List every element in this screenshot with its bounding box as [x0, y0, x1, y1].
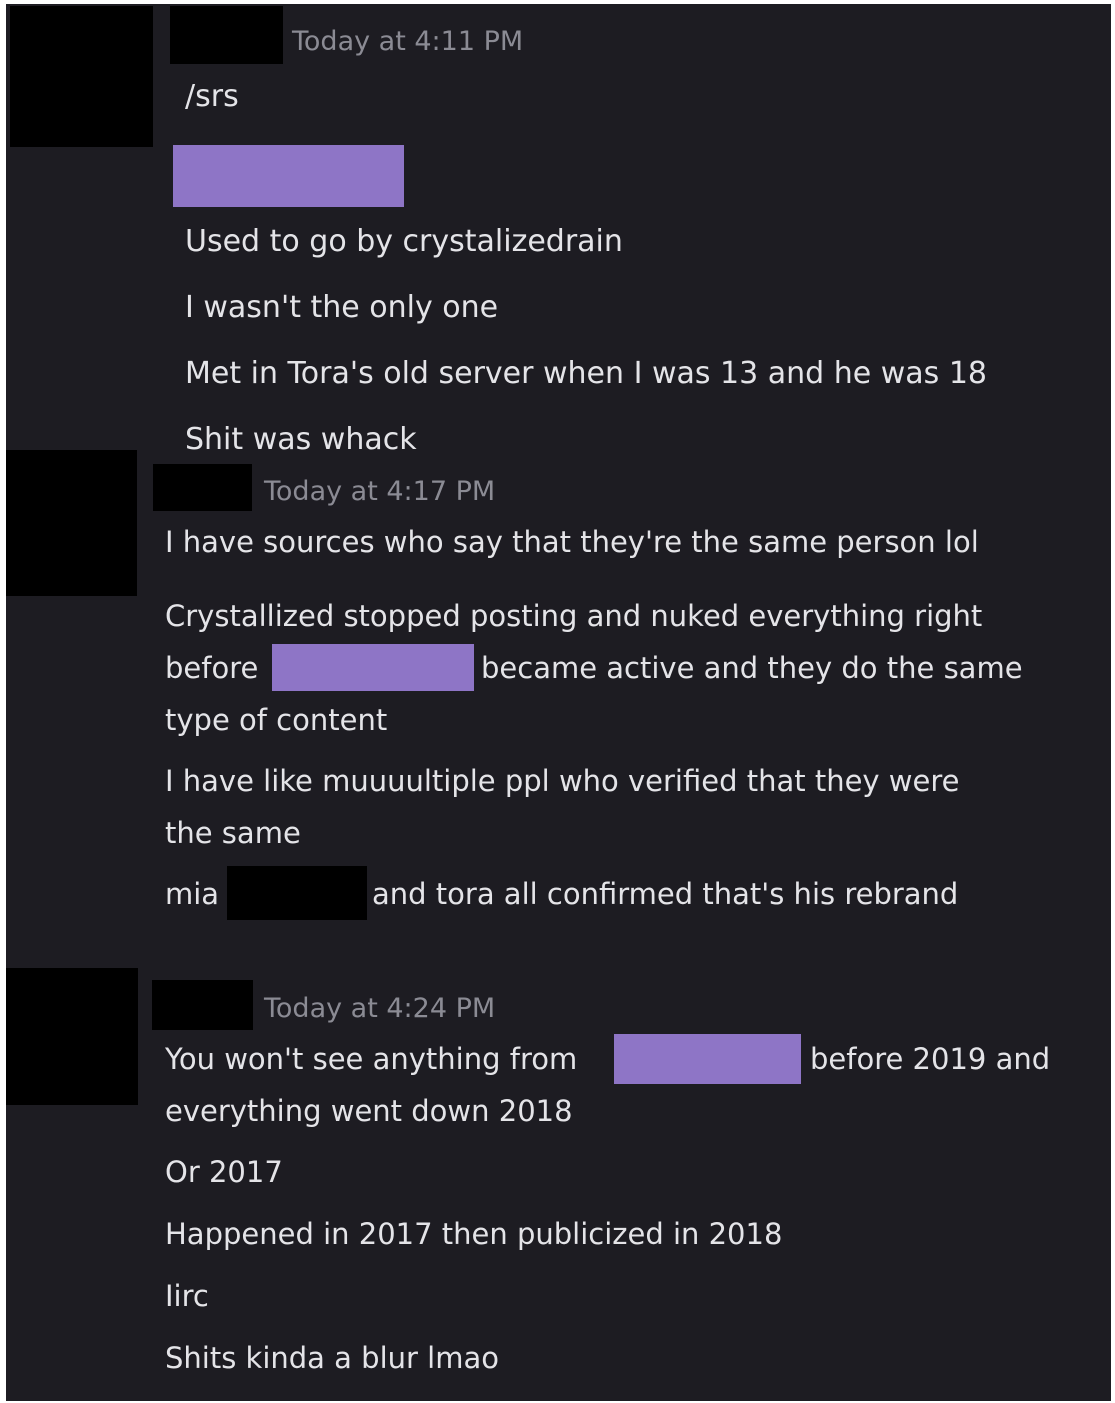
- mention-redacted[interactable]: [272, 644, 474, 691]
- message-text: I wasn't the only one: [185, 290, 499, 325]
- message-text: and tora all confirmed that's his rebran…: [372, 877, 959, 911]
- username-redacted[interactable]: [153, 464, 252, 511]
- message-text: Iirc: [165, 1279, 209, 1313]
- name-redacted: [227, 866, 367, 920]
- message-text: Or 2017: [165, 1155, 283, 1189]
- avatar-redacted[interactable]: [10, 6, 153, 147]
- message-text: Happened in 2017 then publicized in 2018: [165, 1217, 783, 1251]
- message-text: I have sources who say that they're the …: [165, 525, 979, 559]
- message-text: everything went down 2018: [165, 1094, 573, 1128]
- message-text: /srs: [185, 79, 239, 114]
- message-text: Shit was whack: [185, 422, 417, 457]
- message-text: type of content: [165, 703, 388, 737]
- mention-redacted[interactable]: [173, 145, 404, 207]
- message-text: Used to go by crystalizedrain: [185, 224, 623, 259]
- mention-redacted[interactable]: [614, 1034, 801, 1084]
- message-timestamp: Today at 4:11 PM: [292, 26, 524, 57]
- message-text: Shits kinda a blur lmao: [165, 1341, 499, 1375]
- message-text: You won't see anything from: [165, 1042, 578, 1076]
- message-text: the same: [165, 816, 301, 850]
- username-redacted[interactable]: [152, 980, 253, 1030]
- username-redacted[interactable]: [170, 6, 283, 64]
- avatar-redacted[interactable]: [6, 450, 137, 596]
- message-timestamp: Today at 4:24 PM: [264, 993, 496, 1024]
- message-text: before 2019 and: [810, 1042, 1051, 1076]
- message-text: became active and they do the same: [481, 651, 1023, 685]
- avatar-redacted[interactable]: [6, 968, 138, 1105]
- message-timestamp: Today at 4:17 PM: [264, 476, 496, 507]
- message-text: Met in Tora's old server when I was 13 a…: [185, 356, 987, 391]
- message-text: I have like muuuultiple ppl who verified…: [165, 764, 960, 798]
- message-text: mia: [165, 877, 220, 911]
- message-text: Crystallized stopped posting and nuked e…: [165, 599, 983, 633]
- message-text: before: [165, 651, 259, 685]
